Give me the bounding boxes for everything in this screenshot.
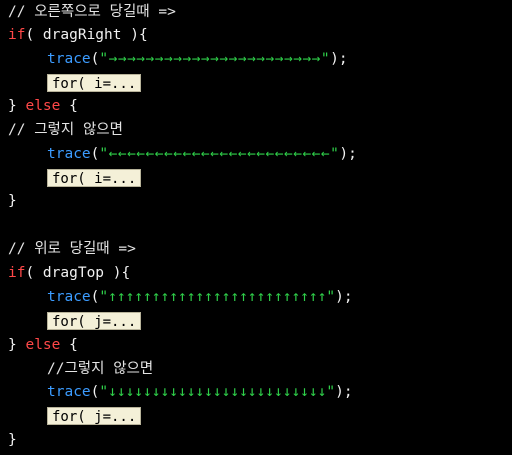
folded-code-block[interactable]: for( i=... xyxy=(47,74,142,92)
code-line: for( i=... xyxy=(47,72,142,94)
paren-open: ( xyxy=(90,146,100,162)
comment-drag-top: // 위로 당길때 => xyxy=(8,241,136,257)
trace-function: trace xyxy=(47,146,91,162)
open-brace: { xyxy=(69,337,78,353)
code-line: // 위로 당길때 => xyxy=(8,238,136,260)
paren-open: ( xyxy=(90,289,100,305)
code-line: if( dragTop ){ xyxy=(8,262,130,284)
code-line: } xyxy=(8,429,17,451)
open-brace: { xyxy=(69,98,78,114)
paren-open: ( xyxy=(90,384,100,400)
trace-function: trace xyxy=(47,384,91,400)
close-brace: } xyxy=(8,98,17,114)
code-line: trace("↑↑↑↑↑↑↑↑↑↑↑↑↑↑↑↑↑↑↑↑↑↑↑↑↑"); xyxy=(47,286,353,308)
comment-otherwise: //그렇지 않으면 xyxy=(47,361,154,377)
code-line: for( i=... xyxy=(47,167,142,189)
close-brace: } xyxy=(8,432,17,448)
code-line: // 그렇지 않으면 xyxy=(8,119,123,141)
close-brace: } xyxy=(8,193,17,209)
if-keyword: if xyxy=(8,27,26,43)
paren-close: ); xyxy=(339,146,357,162)
code-line: } else { xyxy=(8,334,78,356)
comment-drag-right: // 오른쪽으로 당길때 => xyxy=(8,4,176,20)
code-line: } else { xyxy=(8,95,78,117)
if-condition: ( dragRight ){ xyxy=(25,27,148,43)
string-left-arrows: "←←←←←←←←←←←←←←←←←←←←←←←←" xyxy=(99,146,340,162)
string-right-arrows: "→→→→→→→→→→→→→→→→→→→→→→→" xyxy=(99,51,331,67)
paren-close: ); xyxy=(335,289,353,305)
string-up-arrows: "↑↑↑↑↑↑↑↑↑↑↑↑↑↑↑↑↑↑↑↑↑↑↑↑↑" xyxy=(99,289,336,305)
comment-otherwise: // 그렇지 않으면 xyxy=(8,122,123,138)
code-line: trace("↓↓↓↓↓↓↓↓↓↓↓↓↓↓↓↓↓↓↓↓↓↓↓↓↓"); xyxy=(47,381,353,403)
else-keyword: else xyxy=(25,337,61,353)
code-line: trace("←←←←←←←←←←←←←←←←←←←←←←←←"); xyxy=(47,143,357,165)
paren-close: ); xyxy=(335,384,353,400)
folded-code-block[interactable]: for( j=... xyxy=(47,407,142,425)
paren-open: ( xyxy=(90,51,100,67)
trace-function: trace xyxy=(47,289,91,305)
close-brace: } xyxy=(8,337,17,353)
code-line: if( dragRight ){ xyxy=(8,24,148,46)
code-line: for( j=... xyxy=(47,405,142,427)
code-line: trace("→→→→→→→→→→→→→→→→→→→→→→→"); xyxy=(47,48,348,70)
code-line: for( j=... xyxy=(47,310,142,332)
folded-code-block[interactable]: for( i=... xyxy=(47,169,142,187)
code-line: // 오른쪽으로 당길때 => xyxy=(8,1,176,23)
if-keyword: if xyxy=(8,265,26,281)
if-condition: ( dragTop ){ xyxy=(25,265,131,281)
else-keyword: else xyxy=(25,98,61,114)
code-editor[interactable]: // 오른쪽으로 당길때 => if( dragRight ){ trace("… xyxy=(0,0,512,455)
folded-code-block[interactable]: for( j=... xyxy=(47,312,142,330)
trace-function: trace xyxy=(47,51,91,67)
code-line: } xyxy=(8,190,17,212)
paren-close: ); xyxy=(330,51,348,67)
string-down-arrows: "↓↓↓↓↓↓↓↓↓↓↓↓↓↓↓↓↓↓↓↓↓↓↓↓↓" xyxy=(99,384,336,400)
code-line: //그렇지 않으면 xyxy=(47,358,153,380)
